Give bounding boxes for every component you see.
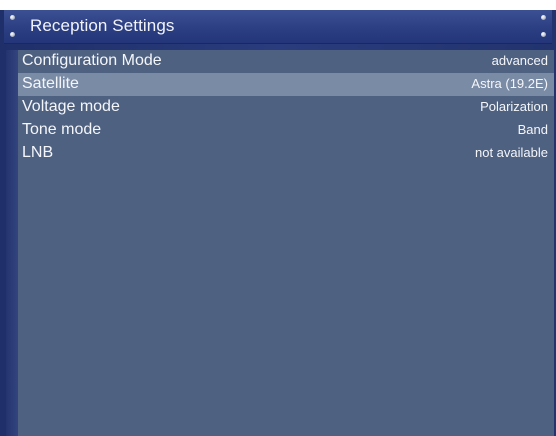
dialog-frame: Reception Settings Configuration Mode ad…: [0, 10, 556, 436]
left-rail: [6, 50, 18, 436]
title-bar: Reception Settings: [4, 10, 552, 44]
setting-row-lnb[interactable]: LNB not available: [18, 142, 554, 165]
setting-label: Configuration Mode: [22, 52, 162, 69]
screw-icon: [10, 15, 15, 20]
screw-icon: [10, 32, 15, 37]
setting-label: Voltage mode: [22, 98, 120, 115]
setting-row-tone-mode[interactable]: Tone mode Band: [18, 119, 554, 142]
setting-value: not available: [475, 145, 548, 160]
setting-label: LNB: [22, 144, 54, 161]
setting-value: Astra (19.2E): [471, 76, 548, 91]
screw-icon: [541, 32, 546, 37]
setting-value: Band: [517, 122, 548, 137]
setting-value: Polarization: [480, 99, 548, 114]
setting-label: Satellite: [22, 75, 79, 92]
setting-row-configuration-mode[interactable]: Configuration Mode advanced: [18, 50, 554, 73]
setting-row-voltage-mode[interactable]: Voltage mode Polarization: [18, 96, 554, 119]
setting-value: advanced: [491, 53, 548, 68]
settings-list: Configuration Mode advanced Satellite As…: [18, 50, 554, 436]
screw-icon: [541, 15, 546, 20]
setting-row-satellite[interactable]: Satellite Astra (19.2E): [18, 73, 554, 96]
window-title: Reception Settings: [30, 16, 175, 35]
setting-label: Tone mode: [22, 121, 102, 138]
